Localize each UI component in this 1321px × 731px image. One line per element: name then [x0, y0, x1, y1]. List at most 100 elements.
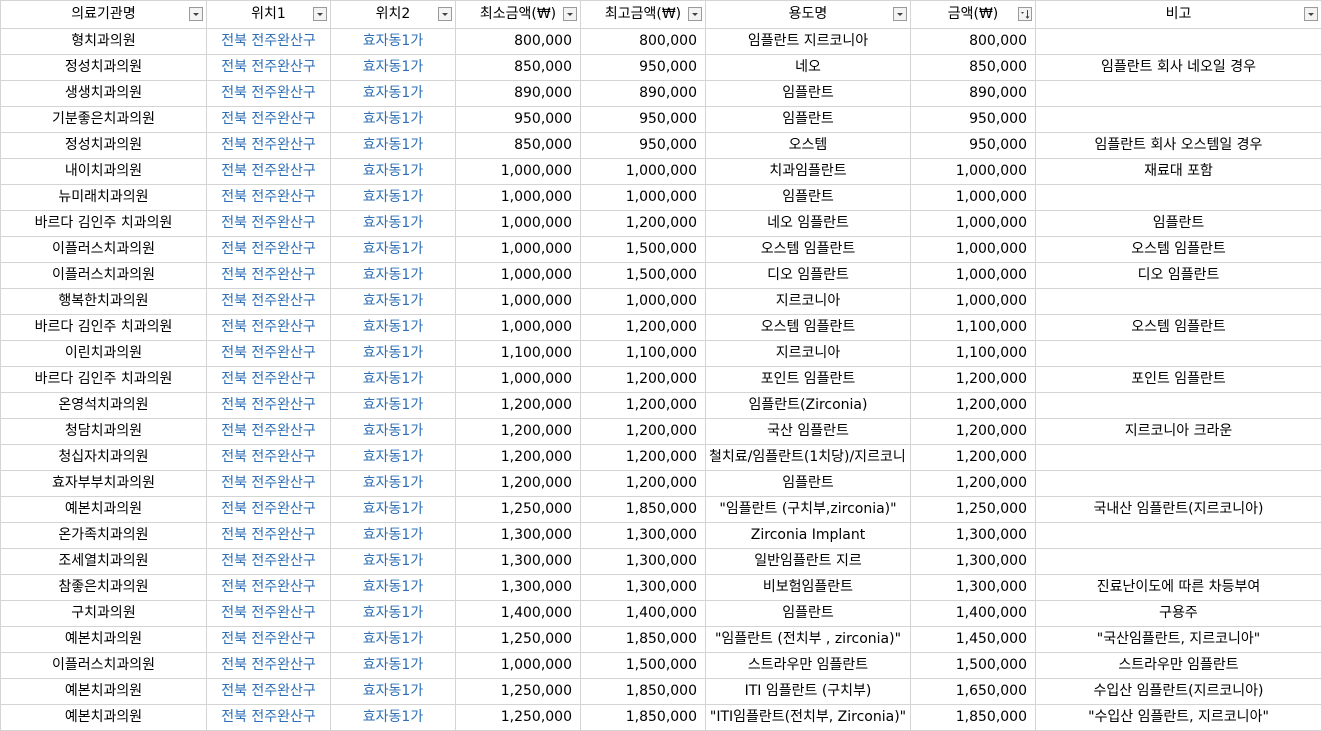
price-cell[interactable]: 1,000,000 [911, 185, 1036, 211]
usage-name-cell[interactable]: 디오 임플란트 [706, 263, 911, 289]
price-cell[interactable]: 1,200,000 [911, 367, 1036, 393]
remarks-cell[interactable] [1036, 29, 1321, 55]
max-price-cell[interactable]: 1,400,000 [581, 601, 706, 627]
location2-cell[interactable]: 효자동1가 [331, 627, 456, 653]
remarks-cell[interactable] [1036, 393, 1321, 419]
remarks-cell[interactable] [1036, 289, 1321, 315]
institution-name-cell[interactable]: 이플러스치과의원 [1, 653, 207, 679]
min-price-cell[interactable]: 850,000 [456, 55, 581, 81]
location2-cell[interactable]: 효자동1가 [331, 653, 456, 679]
location2-cell[interactable]: 효자동1가 [331, 497, 456, 523]
usage-name-cell[interactable]: 철치료/임플란트(1치당)/지르코니 [706, 445, 911, 471]
min-price-cell[interactable]: 1,250,000 [456, 497, 581, 523]
min-price-cell[interactable]: 1,000,000 [456, 315, 581, 341]
price-cell[interactable]: 1,400,000 [911, 601, 1036, 627]
location2-cell[interactable]: 효자동1가 [331, 393, 456, 419]
location1-cell[interactable]: 전북 전주완산구 [207, 237, 331, 263]
location1-cell[interactable]: 전북 전주완산구 [207, 627, 331, 653]
remarks-cell[interactable]: 오스템 임플란트 [1036, 315, 1321, 341]
institution-name-cell[interactable]: 정성치과의원 [1, 55, 207, 81]
usage-name-cell[interactable]: 네오 [706, 55, 911, 81]
max-price-cell[interactable]: 890,000 [581, 81, 706, 107]
remarks-cell[interactable]: "국산임플란트, 지르코니아" [1036, 627, 1321, 653]
price-cell[interactable]: 1,850,000 [911, 705, 1036, 731]
usage-name-cell[interactable]: 오스템 [706, 133, 911, 159]
usage-name-cell[interactable]: 임플란트(Zirconia) [706, 393, 911, 419]
institution-name-cell[interactable]: 기분좋은치과의원 [1, 107, 207, 133]
location1-cell[interactable]: 전북 전주완산구 [207, 705, 331, 731]
location1-cell[interactable]: 전북 전주완산구 [207, 55, 331, 81]
location1-cell[interactable]: 전북 전주완산구 [207, 185, 331, 211]
min-price-cell[interactable]: 800,000 [456, 29, 581, 55]
location1-cell[interactable]: 전북 전주완산구 [207, 445, 331, 471]
location2-cell[interactable]: 효자동1가 [331, 575, 456, 601]
max-price-cell[interactable]: 1,300,000 [581, 523, 706, 549]
usage-name-cell[interactable]: 오스템 임플란트 [706, 237, 911, 263]
remarks-cell[interactable] [1036, 107, 1321, 133]
min-price-cell[interactable]: 1,000,000 [456, 211, 581, 237]
institution-name-cell[interactable]: 조세열치과의원 [1, 549, 207, 575]
filter-dropdown-icon[interactable] [893, 7, 907, 21]
location2-cell[interactable]: 효자동1가 [331, 159, 456, 185]
price-cell[interactable]: 1,000,000 [911, 159, 1036, 185]
min-price-cell[interactable]: 890,000 [456, 81, 581, 107]
location2-cell[interactable]: 효자동1가 [331, 81, 456, 107]
header-price[interactable]: 금액(₩) [911, 1, 1036, 29]
institution-name-cell[interactable]: 구치과의원 [1, 601, 207, 627]
min-price-cell[interactable]: 1,000,000 [456, 289, 581, 315]
usage-name-cell[interactable]: 임플란트 [706, 471, 911, 497]
usage-name-cell[interactable]: Zirconia Implant [706, 523, 911, 549]
price-cell[interactable]: 950,000 [911, 107, 1036, 133]
price-cell[interactable]: 1,200,000 [911, 445, 1036, 471]
usage-name-cell[interactable]: 지르코니아 [706, 289, 911, 315]
max-price-cell[interactable]: 1,300,000 [581, 549, 706, 575]
min-price-cell[interactable]: 1,000,000 [456, 263, 581, 289]
max-price-cell[interactable]: 1,000,000 [581, 159, 706, 185]
location2-cell[interactable]: 효자동1가 [331, 289, 456, 315]
header-institution-name[interactable]: 의료기관명 [1, 1, 207, 29]
remarks-cell[interactable] [1036, 549, 1321, 575]
min-price-cell[interactable]: 1,000,000 [456, 367, 581, 393]
institution-name-cell[interactable]: 예본치과의원 [1, 705, 207, 731]
remarks-cell[interactable]: 스트라우만 임플란트 [1036, 653, 1321, 679]
location1-cell[interactable]: 전북 전주완산구 [207, 601, 331, 627]
location2-cell[interactable]: 효자동1가 [331, 445, 456, 471]
min-price-cell[interactable]: 1,000,000 [456, 653, 581, 679]
min-price-cell[interactable]: 1,200,000 [456, 471, 581, 497]
header-location2[interactable]: 위치2 [331, 1, 456, 29]
location1-cell[interactable]: 전북 전주완산구 [207, 133, 331, 159]
usage-name-cell[interactable]: 스트라우만 임플란트 [706, 653, 911, 679]
location2-cell[interactable]: 효자동1가 [331, 601, 456, 627]
usage-name-cell[interactable]: 포인트 임플란트 [706, 367, 911, 393]
remarks-cell[interactable] [1036, 445, 1321, 471]
location2-cell[interactable]: 효자동1가 [331, 211, 456, 237]
price-cell[interactable]: 1,300,000 [911, 523, 1036, 549]
price-cell[interactable]: 1,500,000 [911, 653, 1036, 679]
institution-name-cell[interactable]: 예본치과의원 [1, 497, 207, 523]
remarks-cell[interactable] [1036, 341, 1321, 367]
institution-name-cell[interactable]: 예본치과의원 [1, 679, 207, 705]
institution-name-cell[interactable]: 이플러스치과의원 [1, 263, 207, 289]
location1-cell[interactable]: 전북 전주완산구 [207, 679, 331, 705]
institution-name-cell[interactable]: 바르다 김인주 치과의원 [1, 315, 207, 341]
usage-name-cell[interactable]: 임플란트 [706, 601, 911, 627]
price-cell[interactable]: 950,000 [911, 133, 1036, 159]
min-price-cell[interactable]: 1,250,000 [456, 627, 581, 653]
price-cell[interactable]: 1,650,000 [911, 679, 1036, 705]
usage-name-cell[interactable]: 치과임플란트 [706, 159, 911, 185]
usage-name-cell[interactable]: "ITI임플란트(전치부, Zirconia)" [706, 705, 911, 731]
location1-cell[interactable]: 전북 전주완산구 [207, 419, 331, 445]
location1-cell[interactable]: 전북 전주완산구 [207, 653, 331, 679]
location1-cell[interactable]: 전북 전주완산구 [207, 393, 331, 419]
remarks-cell[interactable]: "수입산 임플란트, 지르코니아" [1036, 705, 1321, 731]
price-cell[interactable]: 1,200,000 [911, 393, 1036, 419]
institution-name-cell[interactable]: 이린치과의원 [1, 341, 207, 367]
header-remarks[interactable]: 비고 [1036, 1, 1321, 29]
price-cell[interactable]: 800,000 [911, 29, 1036, 55]
location1-cell[interactable]: 전북 전주완산구 [207, 289, 331, 315]
location2-cell[interactable]: 효자동1가 [331, 549, 456, 575]
institution-name-cell[interactable]: 효자부부치과의원 [1, 471, 207, 497]
location2-cell[interactable]: 효자동1가 [331, 133, 456, 159]
min-price-cell[interactable]: 1,300,000 [456, 523, 581, 549]
remarks-cell[interactable] [1036, 185, 1321, 211]
